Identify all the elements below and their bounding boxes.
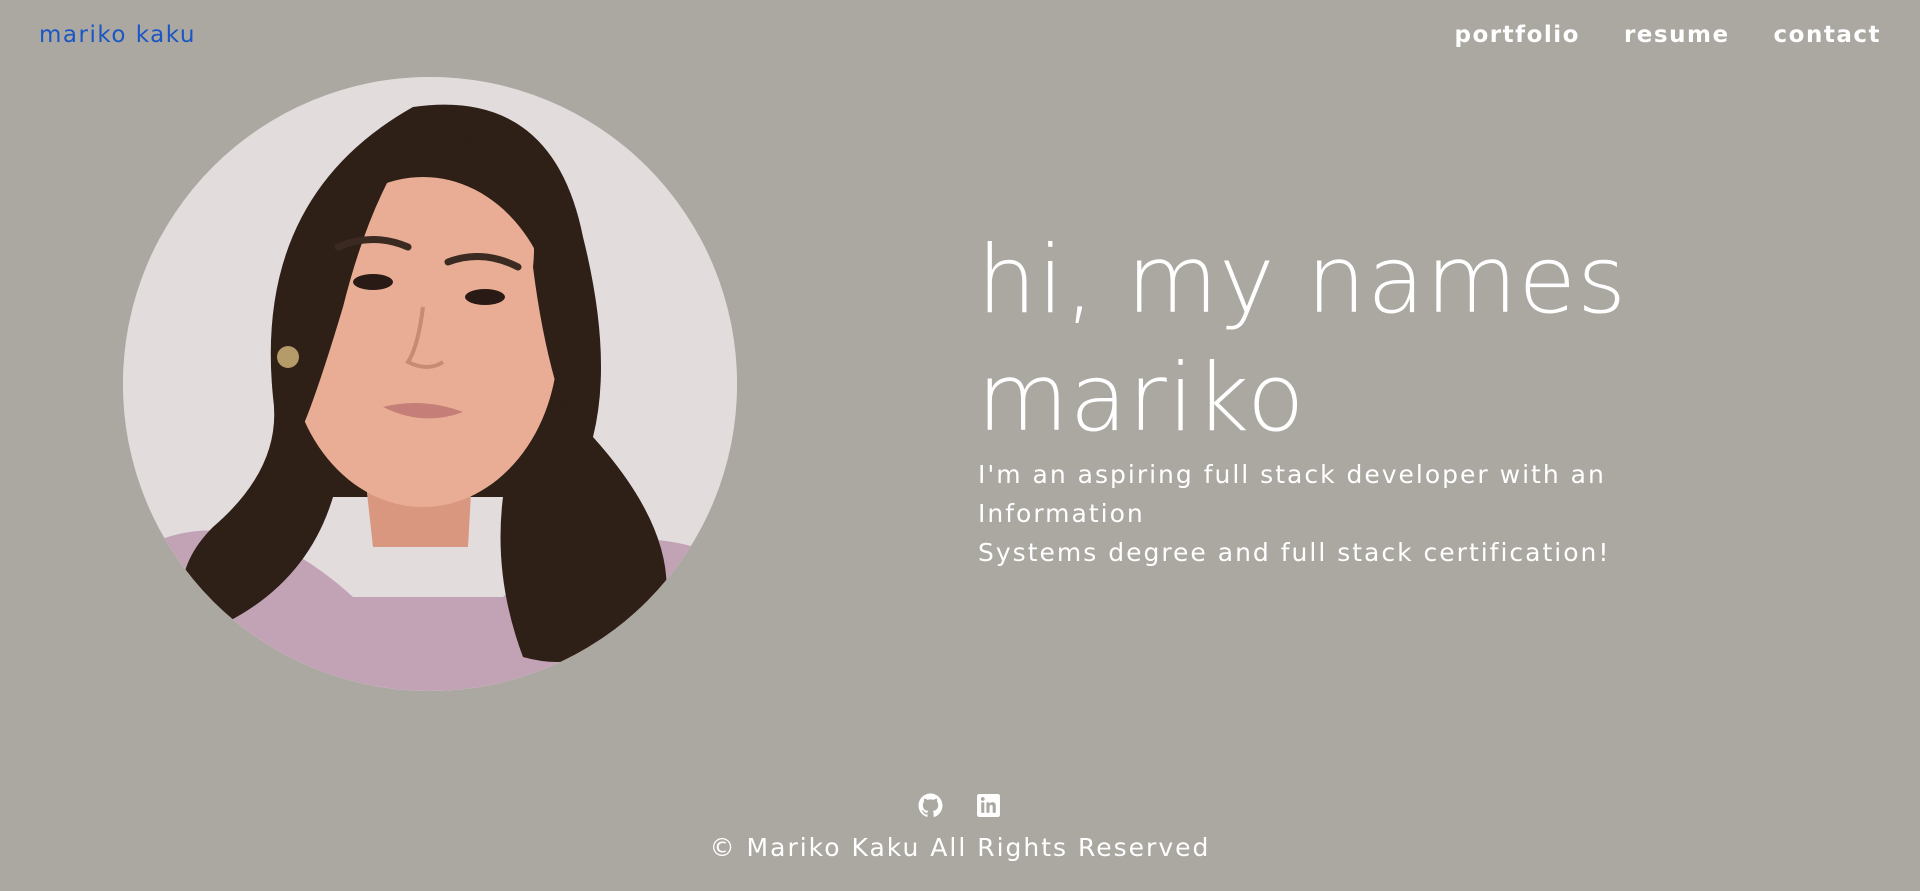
nav-link-contact[interactable]: contact bbox=[1774, 22, 1881, 48]
profile-photo bbox=[123, 77, 737, 691]
hero-subtitle-line1: I'm an aspiring full stack developer wit… bbox=[978, 460, 1606, 528]
copyright-text: © Mariko Kaku All Rights Reserved bbox=[709, 833, 1211, 862]
main-nav: portfolio resume contact bbox=[1454, 22, 1881, 48]
social-links bbox=[918, 793, 1001, 818]
nav-link-resume[interactable]: resume bbox=[1624, 22, 1730, 48]
linkedin-link[interactable] bbox=[976, 793, 1001, 818]
hero-subtitle: I'm an aspiring full stack developer wit… bbox=[978, 455, 1778, 572]
linkedin-icon bbox=[977, 794, 1000, 817]
hero-title: hi, my names mariko bbox=[977, 222, 1797, 458]
portrait-illustration bbox=[123, 77, 737, 691]
github-link[interactable] bbox=[918, 793, 943, 818]
page: mariko kaku portfolio resume contact hi,… bbox=[0, 0, 1920, 891]
nav-link-portfolio[interactable]: portfolio bbox=[1454, 22, 1579, 48]
brand-link[interactable]: mariko kaku bbox=[39, 22, 196, 48]
hero-title-line2: mariko bbox=[977, 344, 1306, 453]
github-icon bbox=[918, 793, 943, 818]
hero-subtitle-line2: Systems degree and full stack certificat… bbox=[978, 538, 1611, 567]
hero-title-line1: hi, my names bbox=[977, 226, 1628, 335]
